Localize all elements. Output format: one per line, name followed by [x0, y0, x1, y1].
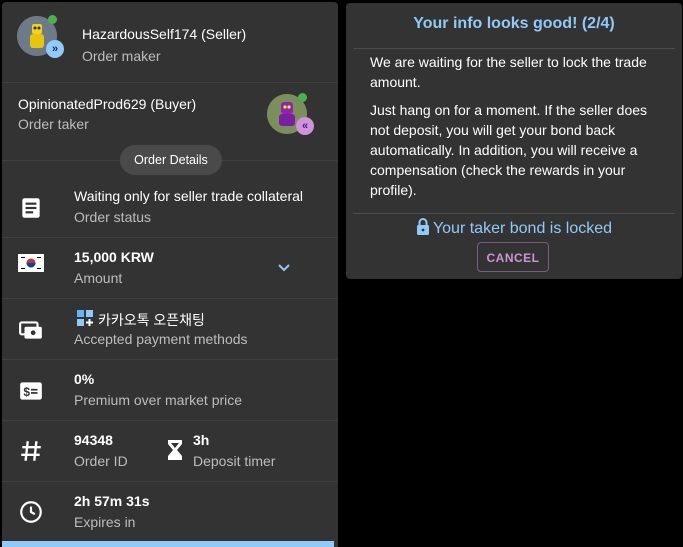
lock-icon [416, 218, 430, 240]
clock-icon [18, 499, 44, 525]
panel-title: Your info looks good! (2/4) [413, 15, 615, 32]
order-id-row: 94348 Order ID 3h Deposit timer [2, 421, 338, 482]
divider [353, 48, 675, 49]
deposit-timer-label: Deposit timer [193, 453, 276, 469]
trade-info-panel: Your info looks good! (2/4) We are waiti… [346, 3, 682, 279]
bond-status-line: Your taker bond is locked [346, 218, 682, 240]
price-change-icon: $ [18, 378, 44, 404]
maker-avatar[interactable]: » [17, 15, 64, 58]
online-status-dot [48, 15, 57, 24]
waiting-message: We are waiting for the seller to lock th… [370, 54, 647, 90]
amount-value: 15,000 KRW [74, 249, 154, 265]
article-icon [18, 195, 44, 221]
expires-label: Expires in [74, 514, 136, 530]
order-id-label: Order ID [74, 453, 128, 469]
premium-label: Premium over market price [74, 392, 243, 408]
payment-method-value: 카카오톡 오픈채팅 [98, 312, 205, 328]
divider [353, 213, 675, 214]
cancel-button[interactable]: CANCEL [477, 242, 549, 272]
premium-row: $ 0% Premium over market price [2, 360, 338, 421]
maker-name: HazardousSelf174 (Seller) [82, 26, 247, 42]
order-details-chip: Order Details [120, 145, 222, 175]
korea-flag-icon [18, 254, 44, 272]
order-details-panel: » HazardousSelf174 (Seller) Order maker … [2, 2, 338, 547]
order-status-row: Waiting only for seller trade collateral… [2, 177, 338, 238]
online-status-dot [298, 93, 307, 102]
hourglass-icon [166, 438, 184, 462]
order-id-value: 94348 [74, 432, 113, 448]
taker-name: OpinionatedProd629 (Buyer) [18, 96, 197, 112]
double-chevron-left-icon: « [296, 117, 314, 135]
action-button-edge[interactable] [2, 541, 334, 547]
premium-value: 0% [74, 371, 95, 387]
tag-icon [18, 438, 44, 464]
svg-text:$: $ [23, 385, 30, 399]
bond-explanation: Just hang on for a moment. If the seller… [370, 102, 648, 198]
maker-row: » HazardousSelf174 (Seller) Order maker [2, 2, 338, 83]
chevron-down-icon[interactable] [276, 260, 292, 276]
order-status-value: Waiting only for seller trade collateral [74, 188, 304, 204]
deposit-timer-value: 3h [193, 432, 210, 448]
bond-status-text: Your taker bond is locked [432, 220, 613, 237]
amount-row[interactable]: 15,000 KRW Amount [2, 238, 338, 299]
kakaotalk-icon [76, 309, 94, 327]
expires-value: 2h 57m 31s [74, 493, 150, 509]
payment-methods-label: Accepted payment methods [74, 331, 248, 347]
double-chevron-right-icon: » [46, 40, 64, 58]
maker-role: Order maker [82, 48, 161, 64]
amount-label: Amount [74, 270, 123, 286]
expires-row: 2h 57m 31s Expires in [2, 482, 338, 542]
taker-role: Order taker [18, 116, 89, 132]
payments-icon [18, 317, 44, 343]
payment-methods-row: 카카오톡 오픈채팅 Accepted payment methods [2, 299, 338, 360]
taker-avatar[interactable]: « [267, 93, 314, 135]
order-status-label: Order status [74, 209, 152, 225]
